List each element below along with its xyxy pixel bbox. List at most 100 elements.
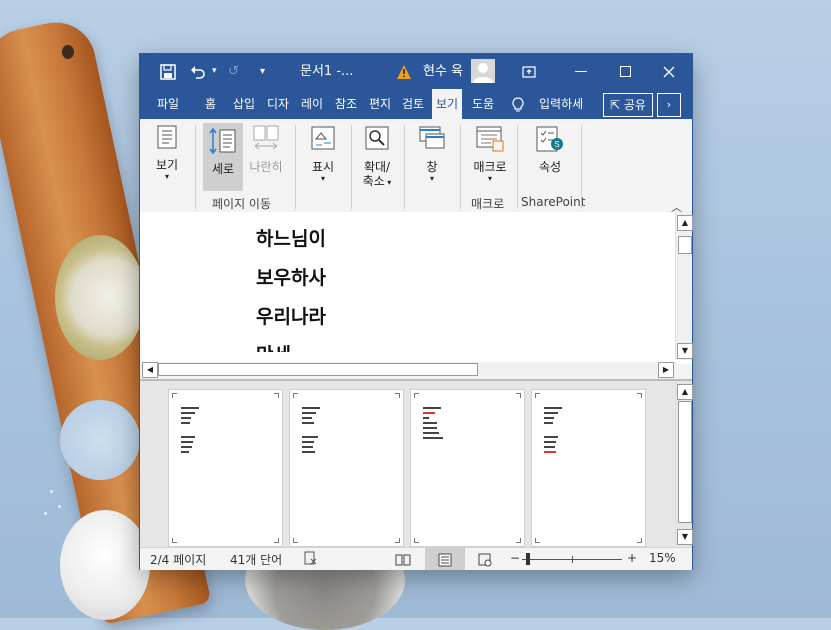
zoom-button[interactable]: 확대/ 축소 ▾ xyxy=(357,125,397,190)
page-thumbnail[interactable] xyxy=(531,389,646,547)
share-button[interactable]: ⇱ 공유 xyxy=(603,93,653,117)
status-bar: 2/4 페이지 41개 단어 − + 15% xyxy=(140,547,692,570)
egg-decoration xyxy=(60,510,150,620)
separator xyxy=(351,125,352,209)
vertical-scroll-icon xyxy=(209,127,236,155)
vertical-label: 세로 xyxy=(211,162,235,176)
zoom-in-button[interactable]: + xyxy=(627,551,637,565)
group-label-sharepoint: SharePoint xyxy=(521,195,586,209)
horizontal-scrollbar-thumb[interactable] xyxy=(158,363,478,376)
show-label: 표시 xyxy=(311,160,335,174)
side-by-side-label: 나란히 xyxy=(249,160,283,174)
tell-me-input[interactable]: 입력하세 xyxy=(539,89,583,119)
macros-label: 매크로 xyxy=(473,160,507,174)
maximize-icon[interactable] xyxy=(610,54,640,89)
user-name[interactable]: 현수 육 xyxy=(423,54,463,89)
tab-design[interactable]: 디자 xyxy=(267,89,289,119)
scroll-up-icon[interactable]: ▲ xyxy=(677,215,693,231)
zoom-label-line1: 확대/ xyxy=(363,160,391,174)
views-button[interactable]: 보기 ▾ xyxy=(150,125,184,182)
chevron-down-icon: ▾ xyxy=(164,172,169,181)
group-label-page-move: 페이지 이동 xyxy=(212,197,272,211)
close-icon[interactable] xyxy=(654,54,684,89)
scroll-down-icon[interactable]: ▼ xyxy=(677,529,693,545)
lightbulb-icon[interactable] xyxy=(512,89,524,119)
share-icon: ⇱ xyxy=(610,98,621,112)
web-layout-icon[interactable] xyxy=(465,548,505,570)
undo-icon[interactable] xyxy=(190,54,212,89)
side-by-side-button[interactable]: 나란히 xyxy=(246,125,286,174)
properties-button[interactable]: S 속성 xyxy=(528,125,572,174)
read-mode-icon[interactable] xyxy=(383,548,423,570)
minimize-icon[interactable]: — xyxy=(566,54,596,89)
avatar[interactable] xyxy=(471,59,495,83)
tab-mailings[interactable]: 편지 xyxy=(369,89,391,119)
separator xyxy=(460,125,461,209)
tab-references[interactable]: 참조 xyxy=(335,89,357,119)
customize-toolbar-icon[interactable]: ▾ xyxy=(260,54,265,89)
tab-help[interactable]: 도움 xyxy=(472,89,494,119)
zoom-slider-thumb[interactable] xyxy=(526,553,530,565)
separator xyxy=(195,125,196,209)
tab-file[interactable]: 파일 xyxy=(157,89,179,119)
show-icon xyxy=(311,126,335,150)
document-page[interactable]: 하느님이 보우하사 우리나라 만세 xyxy=(160,212,676,352)
bowl-decoration xyxy=(55,235,145,360)
proofing-icon[interactable] xyxy=(304,551,318,568)
svg-text:S: S xyxy=(554,140,559,149)
macros-button[interactable]: 매크로 ▾ xyxy=(466,125,514,184)
zoom-percent[interactable]: 15% xyxy=(649,551,676,565)
separator xyxy=(404,125,405,209)
tab-insert[interactable]: 삽입 xyxy=(233,89,255,119)
scrollbar-thumb[interactable] xyxy=(678,401,692,523)
document-title: 문서1 -... xyxy=(300,64,354,79)
vertical-scrollbar[interactable]: ▲ ▼ xyxy=(675,212,693,360)
page-icon xyxy=(157,125,177,149)
chevron-right-icon[interactable]: › xyxy=(657,93,681,117)
tab-review[interactable]: 검토 xyxy=(402,89,424,119)
separator xyxy=(517,125,518,209)
document-line[interactable]: 하느님이 xyxy=(256,224,326,251)
ribbon-display-options-icon[interactable] xyxy=(522,54,536,89)
thumbnail-vertical-scrollbar[interactable]: ▲ ▼ xyxy=(675,381,693,547)
scroll-left-icon[interactable]: ◀ xyxy=(142,362,158,378)
page-thumbnail[interactable] xyxy=(168,389,283,547)
scroll-down-icon[interactable]: ▼ xyxy=(677,343,693,359)
document-line[interactable]: 우리나라 xyxy=(256,302,326,329)
side-by-side-icon xyxy=(253,125,279,150)
scroll-right-icon[interactable]: ▶ xyxy=(658,362,674,378)
zoom-out-button[interactable]: − xyxy=(510,551,520,565)
ribbon-tabs: 파일 홈 삽입 디자 레이 참조 편지 검토 보기 도움 입력하세 ⇱ 공유 › xyxy=(140,89,692,119)
tab-view[interactable]: 보기 xyxy=(432,89,463,119)
tab-home[interactable]: 홈 xyxy=(205,89,216,119)
scrollbar-thumb[interactable] xyxy=(678,236,692,254)
ribbon-view: 보기 ▾ 세로 나란히 페이지 이동 표시 ▾ 확대/ 축소 ▾ 창 ▾ 매크로… xyxy=(140,119,692,214)
show-button[interactable]: 표시 ▾ xyxy=(303,125,343,184)
document-pane[interactable]: 하느님이 보우하사 우리나라 만세 ▲ ▼ ◀ ▶ xyxy=(140,212,693,378)
macro-icon xyxy=(476,126,504,152)
document-line[interactable]: 보우하사 xyxy=(256,263,326,290)
window-icon xyxy=(419,126,445,149)
page-thumbnail[interactable] xyxy=(289,389,404,547)
multi-page-pane[interactable]: ▲ ▼ xyxy=(140,381,693,547)
scroll-up-icon[interactable]: ▲ xyxy=(677,384,693,400)
page-indicator[interactable]: 2/4 페이지 xyxy=(150,551,206,568)
chevron-down-icon: ▾ xyxy=(487,174,492,183)
redo-icon[interactable]: ↺ xyxy=(228,54,244,89)
print-layout-icon[interactable] xyxy=(425,548,465,570)
document-line[interactable]: 만세 xyxy=(256,340,291,352)
vertical-button[interactable]: 세로 xyxy=(203,123,243,191)
board-hole-decoration xyxy=(62,45,74,59)
group-label-macros: 매크로 xyxy=(471,197,505,211)
horizontal-scrollbar[interactable]: ◀ ▶ xyxy=(142,362,676,378)
warning-icon[interactable] xyxy=(396,54,412,89)
chevron-down-icon[interactable]: ▾ xyxy=(212,54,217,89)
sugar-decoration xyxy=(44,512,47,515)
save-icon[interactable] xyxy=(160,54,178,89)
window-button[interactable]: 창 ▾ xyxy=(412,125,452,184)
page-thumbnail[interactable] xyxy=(410,389,525,547)
chevron-down-icon: ▾ xyxy=(429,174,434,183)
word-count[interactable]: 41개 단어 xyxy=(230,551,282,568)
magnifier-icon xyxy=(365,126,389,150)
tab-layout[interactable]: 레이 xyxy=(301,89,323,119)
